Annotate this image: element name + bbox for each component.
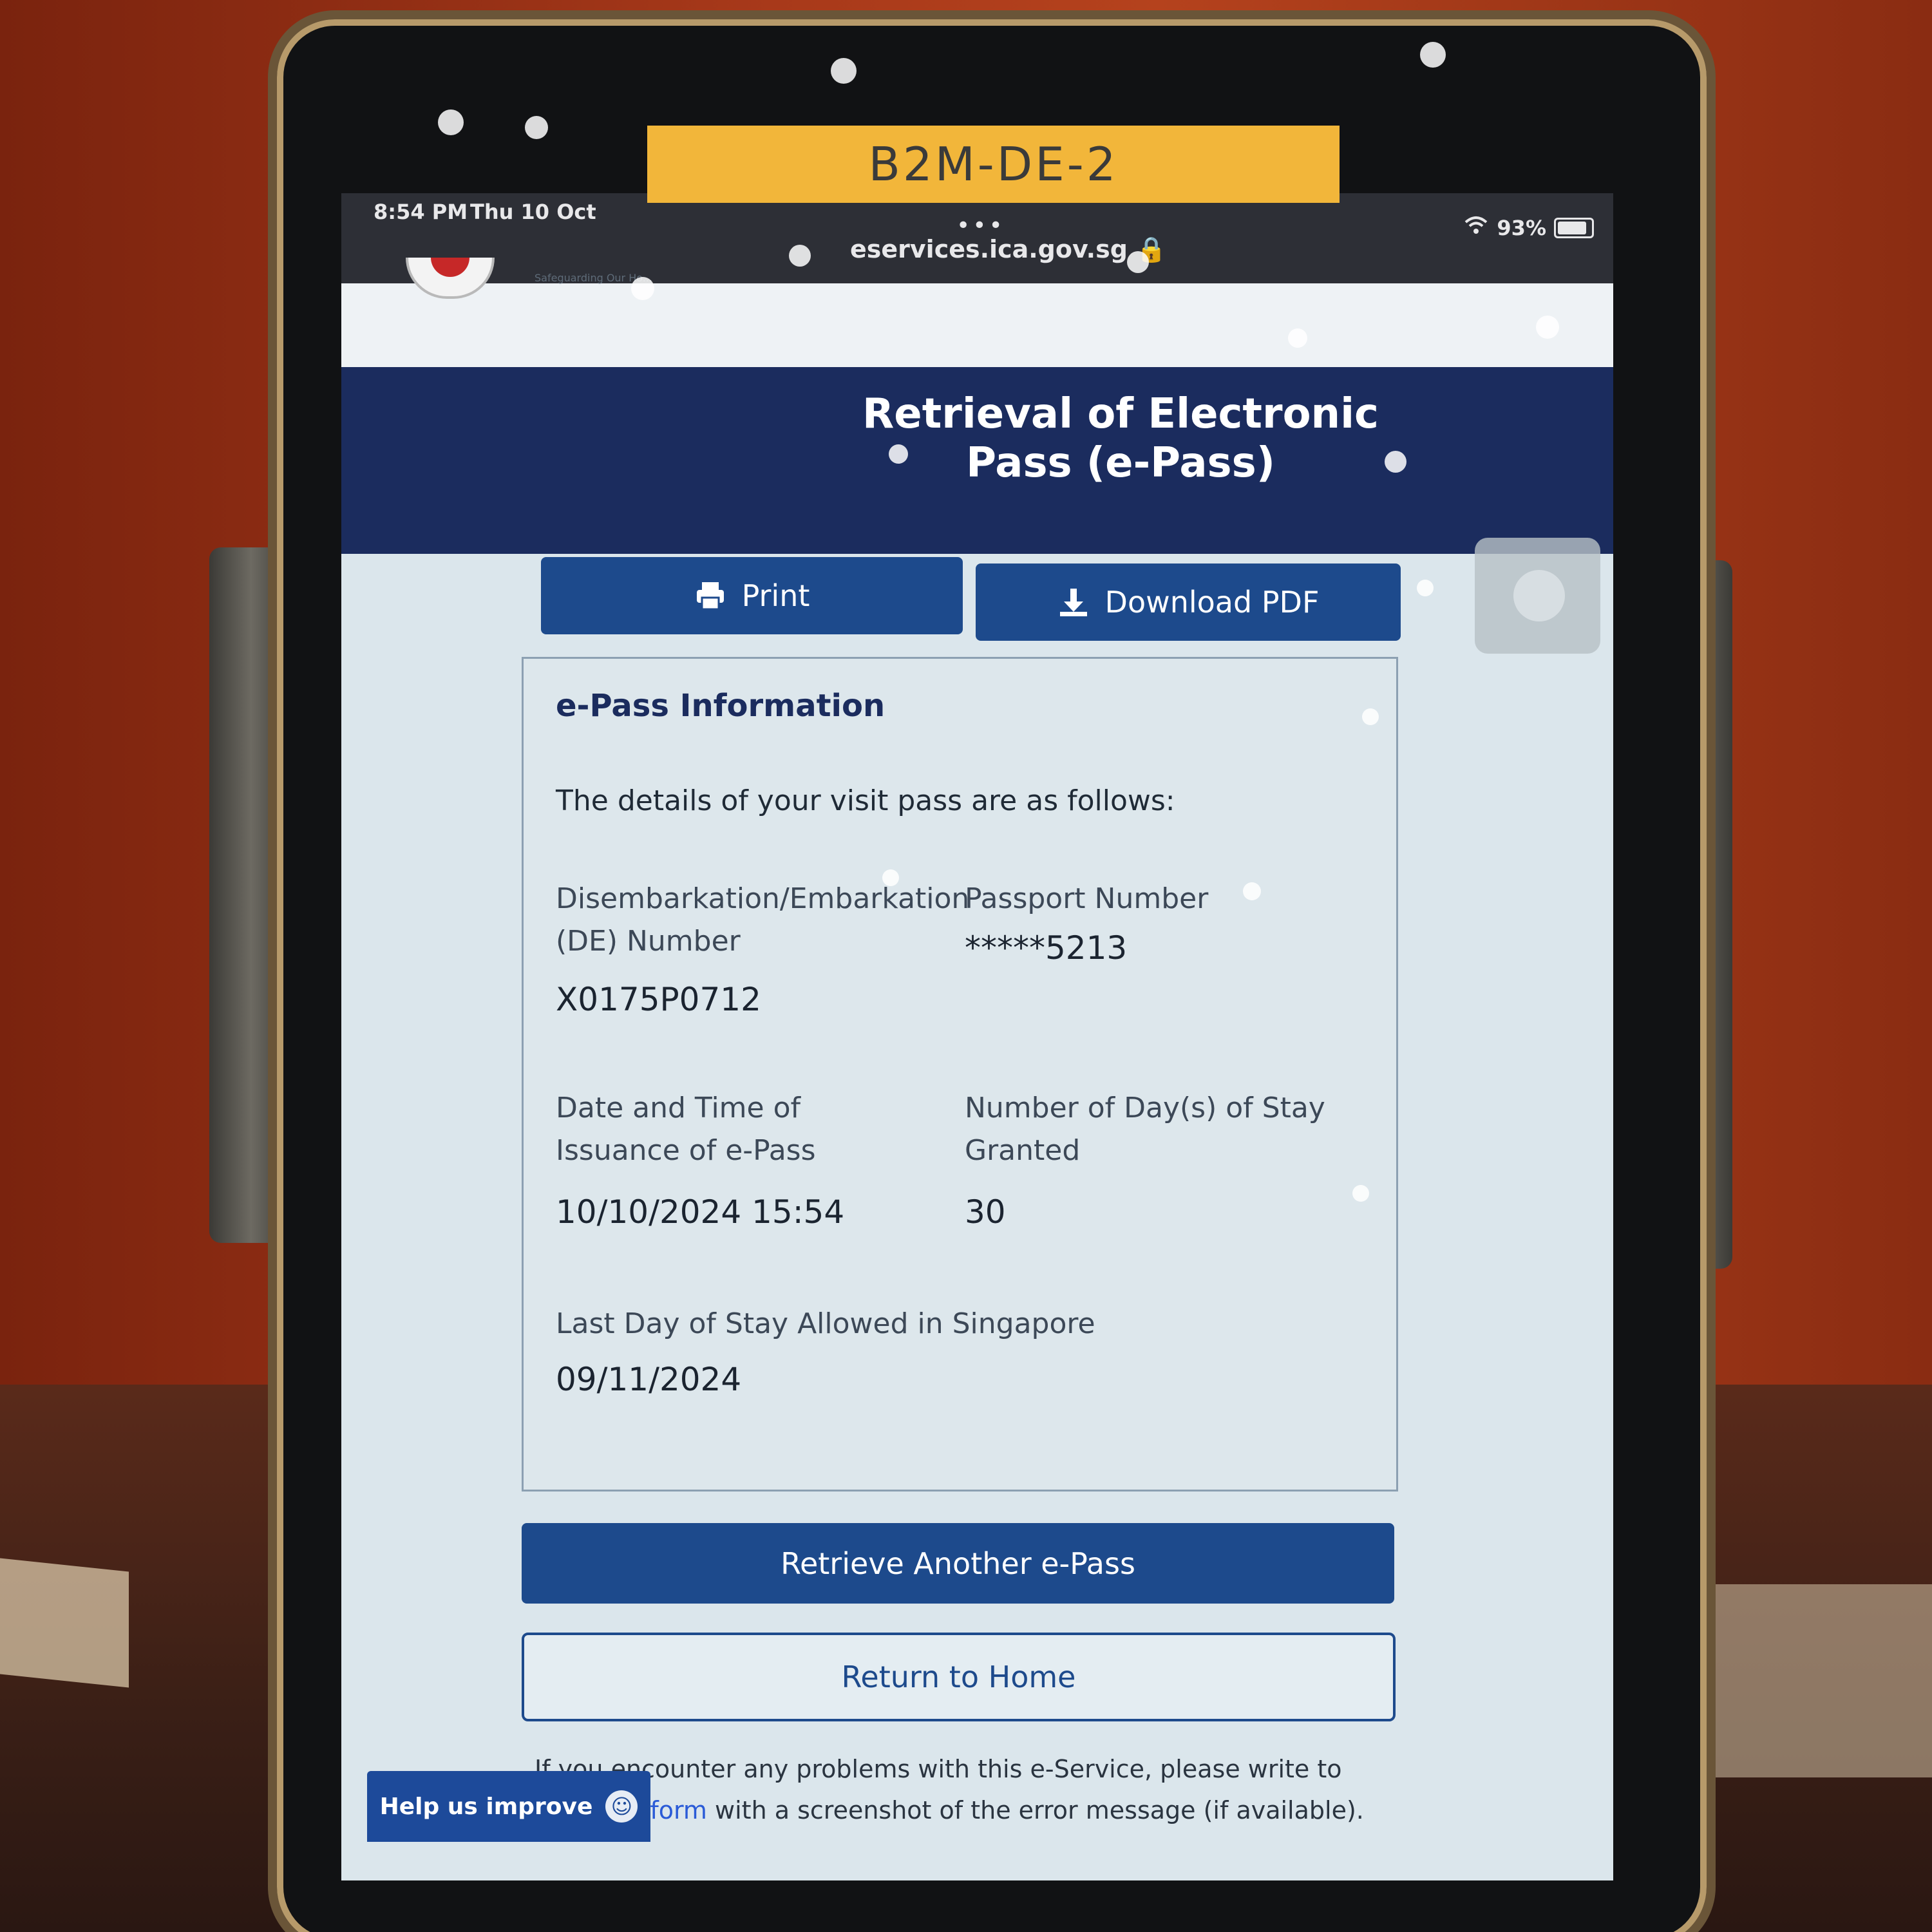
wifi-icon — [1463, 216, 1489, 240]
glare-reflection — [889, 444, 908, 464]
issuance-datetime-value: 10/10/2024 15:54 — [556, 1193, 845, 1231]
page-title: Retrieval of Electronic Pass (e-Pass) — [862, 390, 1379, 487]
glare-reflection — [1536, 316, 1559, 339]
passport-number-value: *****5213 — [965, 929, 1128, 967]
card-intro: The details of your visit pass are as fo… — [556, 784, 1175, 817]
last-day-label: Last Day of Stay Allowed in Singapore — [556, 1307, 1095, 1340]
card-title: e-Pass Information — [556, 688, 886, 724]
download-label: Download PDF — [1104, 585, 1320, 620]
glare-reflection — [831, 58, 857, 84]
printer-icon — [694, 580, 726, 612]
status-time: 8:54 PM — [374, 200, 468, 224]
epass-info-card: e-Pass Information The details of your v… — [522, 657, 1398, 1492]
glare-reflection — [438, 109, 464, 135]
glare-reflection — [1127, 251, 1149, 273]
download-icon — [1057, 586, 1090, 618]
assistive-touch-button[interactable] — [1475, 538, 1600, 654]
glare-reflection — [1288, 328, 1307, 348]
retrieve-another-epass-button[interactable]: Retrieve Another e-Pass — [522, 1523, 1394, 1604]
status-date: Thu 10 Oct — [470, 200, 596, 224]
days-granted-value: 30 — [965, 1193, 1006, 1231]
glare-reflection — [789, 245, 811, 267]
help-us-improve-button[interactable]: Help us improve ☺ — [367, 1771, 650, 1842]
glare-reflection — [1352, 1185, 1369, 1202]
retrieve-label: Retrieve Another e-Pass — [781, 1546, 1135, 1581]
tablet-screen: 8:54 PM Thu 10 Oct ••• eservices.ica.gov… — [341, 193, 1613, 1880]
glare-reflection — [882, 869, 899, 886]
de-number-value: X0175P0712 — [556, 981, 761, 1018]
url-bar[interactable]: eservices.ica.gov.sg 🔒 — [850, 235, 1166, 264]
footer-help-text: If you encounter any problems with this … — [535, 1748, 1372, 1831]
glare-reflection — [1417, 580, 1434, 596]
battery-percent: 93% — [1497, 216, 1546, 240]
return-to-home-button[interactable]: Return to Home — [522, 1633, 1396, 1721]
issuance-datetime-label: Date and Time of Issuance of e-Pass — [556, 1092, 816, 1167]
download-pdf-button[interactable]: Download PDF — [976, 564, 1401, 641]
glare-reflection — [1243, 882, 1261, 900]
glare-reflection — [1385, 451, 1406, 473]
passport-number-label: Passport Number — [965, 882, 1209, 915]
battery-icon — [1554, 218, 1594, 238]
glare-reflection — [525, 116, 548, 139]
home-label: Return to Home — [841, 1660, 1076, 1694]
ica-logo — [406, 258, 495, 299]
last-day-value: 09/11/2024 — [556, 1361, 742, 1398]
help-label: Help us improve — [379, 1793, 593, 1820]
glare-reflection — [631, 277, 654, 300]
site-header: Safeguarding Our Ho... — [341, 258, 1613, 367]
counter-left — [0, 1558, 129, 1688]
print-label: Print — [741, 578, 810, 613]
smiley-icon: ☺ — [605, 1790, 638, 1823]
device-label-sticker: B2M-DE-2 — [647, 126, 1340, 203]
glare-reflection — [1362, 708, 1379, 725]
footer-text-after: with a screenshot of the error message (… — [706, 1796, 1364, 1824]
glare-reflection — [1420, 42, 1446, 68]
status-bar: 8:54 PM Thu 10 Oct ••• eservices.ica.gov… — [341, 193, 1613, 283]
status-icons: 93% — [1463, 216, 1594, 240]
de-number-label: Disembarkation/Embarkation (DE) Number — [556, 882, 970, 958]
days-granted-label: Number of Day(s) of Stay Granted — [965, 1092, 1325, 1167]
print-button[interactable]: Print — [541, 557, 963, 634]
